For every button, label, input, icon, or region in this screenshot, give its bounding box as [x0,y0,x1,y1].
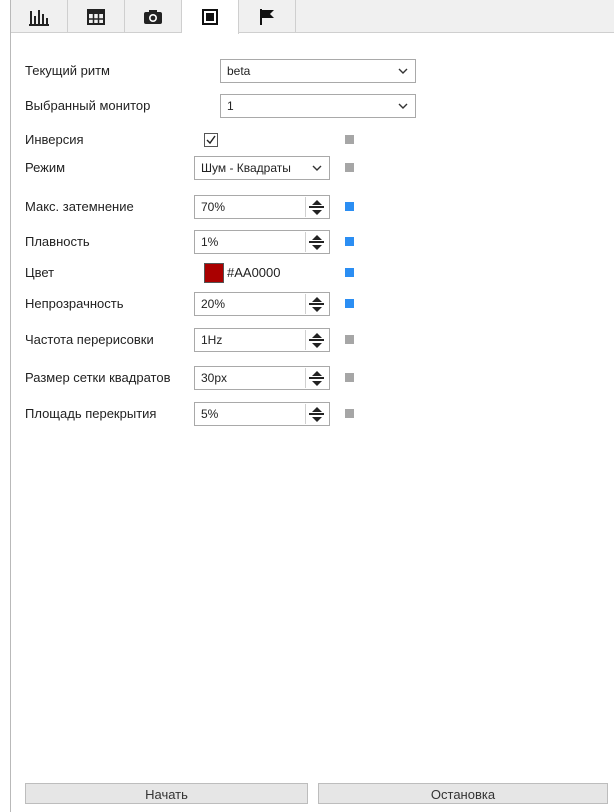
grid-size-value: 30px [201,371,228,385]
row-opacity: Непрозрачность 20% [11,290,614,318]
inversion-checkbox[interactable] [204,133,218,147]
chevron-down-icon [311,157,323,179]
color-indicator [345,268,354,277]
selected-monitor-value: 1 [227,99,234,113]
opacity-label: Непрозрачность [25,296,124,311]
camera-icon [144,9,162,24]
spinner [305,232,327,252]
row-redraw-frequency: Частота перерисовки 1Hz [11,326,614,354]
checkmark-icon [206,135,216,145]
spinner [305,404,327,424]
mode-select[interactable]: Шум - Квадраты [194,156,330,180]
spin-down-icon[interactable] [306,414,328,424]
current-rhythm-value: beta [227,64,251,78]
overlap-area-indicator [345,409,354,418]
selected-monitor-select[interactable]: 1 [220,94,416,118]
stop-button[interactable]: Остановка [318,783,608,804]
max-dimming-value: 70% [201,200,226,214]
color-swatch[interactable] [204,263,224,283]
opacity-value: 20% [201,297,226,311]
grid-table-icon [87,8,105,25]
color-label: Цвет [25,265,55,280]
spinner [305,330,327,350]
spin-down-icon[interactable] [306,378,328,388]
row-overlap-area: Площадь перекрытия 5% [11,400,614,428]
overlap-area-label: Площадь перекрытия [25,406,157,421]
max-dimming-label: Макс. затемнение [25,199,134,214]
tab-overlay[interactable] [182,0,239,34]
redraw-frequency-stepper[interactable]: 1Hz [194,328,330,352]
max-dimming-stepper[interactable]: 70% [194,195,330,219]
chevron-down-icon [397,95,409,117]
inversion-label: Инверсия [25,132,84,147]
tab-table[interactable] [68,0,125,33]
selected-monitor-label: Выбранный монитор [25,98,151,113]
tab-charts[interactable] [11,0,68,33]
row-inversion: Инверсия [11,126,614,154]
spin-down-icon[interactable] [306,242,328,252]
grid-size-label: Размер сетки квадратов [25,370,171,385]
square-stop-icon [202,9,218,25]
spin-down-icon[interactable] [306,207,328,217]
tab-camera[interactable] [125,0,182,33]
row-grid-size: Размер сетки квадратов 30px [11,364,614,392]
spin-down-icon[interactable] [306,340,328,350]
flag-icon [260,8,274,25]
redraw-frequency-value: 1Hz [201,333,223,347]
spinner [305,368,327,388]
current-rhythm-label: Текущий ритм [25,63,110,78]
smoothness-value: 1% [201,235,219,249]
mode-label: Режим [25,160,66,175]
start-button[interactable]: Начать [25,783,308,804]
row-smoothness: Плавность 1% [11,228,614,256]
settings-panel: Текущий ритм beta Выбранный монитор 1 Ин… [10,0,614,812]
redraw-frequency-label: Частота перерисовки [25,332,154,347]
tab-flag[interactable] [239,0,296,33]
chevron-down-icon [397,60,409,82]
row-current-rhythm: Текущий ритм beta [11,57,614,85]
row-color: Цвет #AA0000 [11,259,614,287]
mode-value: Шум - Квадраты [201,161,291,175]
overlap-area-value: 5% [201,407,219,421]
bar-chart-icon [29,9,49,26]
row-max-dimming: Макс. затемнение 70% [11,193,614,221]
smoothness-indicator [345,237,354,246]
overlap-area-stepper[interactable]: 5% [194,402,330,426]
redraw-frequency-indicator [345,335,354,344]
mode-indicator [345,163,354,172]
spinner [305,197,327,217]
grid-size-indicator [345,373,354,382]
color-value: #AA0000 [227,265,281,280]
opacity-indicator [345,299,354,308]
smoothness-label: Плавность [25,234,90,249]
opacity-stepper[interactable]: 20% [194,292,330,316]
row-selected-monitor: Выбранный монитор 1 [11,92,614,120]
current-rhythm-select[interactable]: beta [220,59,416,83]
grid-size-stepper[interactable]: 30px [194,366,330,390]
max-dimming-indicator [345,202,354,211]
row-mode: Режим Шум - Квадраты [11,154,614,182]
smoothness-stepper[interactable]: 1% [194,230,330,254]
tab-bar [11,0,614,34]
spinner [305,294,327,314]
spin-down-icon[interactable] [306,304,328,314]
inversion-indicator [345,135,354,144]
